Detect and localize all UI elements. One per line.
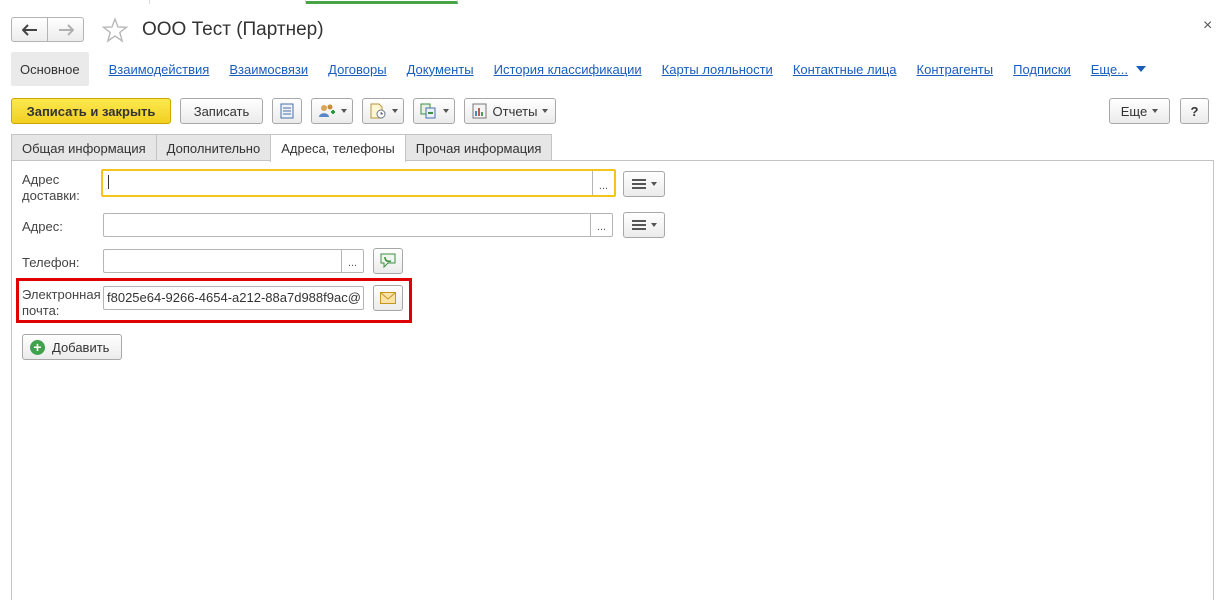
section-link-relations[interactable]: Взаимосвязи: [229, 62, 308, 77]
section-link-loyalty-cards[interactable]: Карты лояльности: [662, 62, 773, 77]
chevron-down-icon: [650, 182, 657, 186]
delivery-address-value: [113, 171, 612, 193]
add-contact-info-button[interactable]: + Добавить: [22, 334, 122, 360]
create-related-button[interactable]: [311, 98, 353, 124]
more-actions-button[interactable]: Еще: [1109, 98, 1170, 124]
users-add-icon: [318, 104, 335, 117]
help-button[interactable]: ?: [1180, 98, 1209, 124]
plus-circle-icon: +: [30, 339, 45, 355]
section-link-counterparties[interactable]: Контрагенты: [917, 62, 994, 77]
chevron-down-icon: [650, 223, 657, 227]
email-field[interactable]: f8025e64-9266-4654-a212-88a7d988f9ac@tes…: [103, 286, 364, 310]
chevron-down-icon: [391, 109, 398, 113]
address-value: [107, 214, 610, 236]
chevron-down-icon: [1152, 109, 1159, 113]
section-link-contracts[interactable]: Договоры: [328, 62, 386, 77]
menu-icon: [631, 179, 646, 189]
address-menu-button[interactable]: [623, 212, 665, 238]
section-link-documents[interactable]: Документы: [407, 62, 474, 77]
tab-bar: Общая информация Дополнительно Адреса, т…: [11, 134, 553, 162]
envelope-icon: [380, 292, 396, 304]
favorite-star-icon[interactable]: [101, 17, 129, 43]
section-navigation: Основное Взаимодействия Взаимосвязи Дого…: [11, 52, 1147, 86]
menu-icon: [631, 220, 646, 230]
edit-phone-button[interactable]: ...: [341, 250, 363, 272]
section-link-subscriptions[interactable]: Подписки: [1013, 62, 1071, 77]
save-and-close-button[interactable]: Записать и закрыть: [11, 98, 171, 124]
call-button[interactable]: [373, 248, 403, 274]
tab-addresses-phones[interactable]: Адреса, телефоны: [270, 134, 406, 162]
document-clock-icon: [370, 103, 385, 119]
phone-value: [107, 250, 361, 272]
phone-label: Телефон:: [22, 255, 80, 270]
select-address-button[interactable]: ...: [590, 214, 612, 236]
section-main[interactable]: Основное: [11, 52, 89, 86]
delivery-address-menu-button[interactable]: [623, 171, 665, 197]
chevron-down-icon: [1136, 66, 1147, 72]
back-button[interactable]: [11, 17, 48, 42]
tab-additional[interactable]: Дополнительно: [155, 134, 272, 161]
email-value: f8025e64-9266-4654-a212-88a7d988f9ac@tes…: [107, 290, 361, 305]
send-email-button[interactable]: [373, 285, 403, 311]
reports-label: Отчеты: [492, 103, 538, 119]
window-tab-strip: [0, 0, 1224, 4]
select-address-button[interactable]: ...: [592, 171, 614, 195]
documents-link-icon: [420, 103, 435, 119]
email-label: Электронная почта:: [22, 287, 101, 318]
window-tab[interactable]: [0, 0, 150, 4]
address-field[interactable]: ...: [103, 213, 613, 237]
section-link-classification-history[interactable]: История классификации: [494, 62, 642, 77]
close-icon[interactable]: ×: [1203, 17, 1212, 35]
phone-field[interactable]: ...: [103, 249, 364, 273]
print-list-button[interactable]: [272, 98, 302, 124]
document-list-icon: [280, 103, 294, 119]
chevron-down-icon: [442, 109, 449, 113]
add-button-label: Добавить: [52, 339, 110, 355]
arrow-left-icon: [21, 23, 37, 36]
forward-button[interactable]: [47, 17, 84, 42]
section-more-menu[interactable]: Еще...: [1090, 61, 1147, 77]
delivery-address-label: Адрес доставки:: [22, 172, 80, 203]
related-documents-button[interactable]: [413, 98, 455, 124]
more-actions-label: Еще: [1120, 103, 1148, 119]
arrow-right-icon: [58, 23, 74, 36]
section-link-interactions[interactable]: Взаимодействия: [109, 62, 210, 77]
section-link-contact-persons[interactable]: Контактные лица: [793, 62, 897, 77]
phone-chat-icon: [380, 253, 396, 269]
tab-general[interactable]: Общая информация: [11, 134, 157, 161]
window-tab[interactable]: [150, 0, 306, 4]
chevron-down-icon: [340, 109, 347, 113]
tab-other-info[interactable]: Прочая информация: [404, 134, 553, 161]
window-tab-active[interactable]: [306, 0, 458, 4]
section-more-label: Еще...: [1090, 61, 1129, 77]
address-label: Адрес:: [22, 219, 63, 234]
page-title: ООО Тест (Партнер): [142, 19, 324, 40]
text-caret: [108, 175, 109, 189]
delivery-address-field[interactable]: ...: [101, 169, 616, 197]
create-based-on-button[interactable]: [362, 98, 404, 124]
reports-button[interactable]: Отчеты: [464, 98, 556, 124]
save-button[interactable]: Записать: [180, 98, 263, 124]
chevron-down-icon: [542, 109, 549, 113]
report-icon: [472, 103, 487, 119]
